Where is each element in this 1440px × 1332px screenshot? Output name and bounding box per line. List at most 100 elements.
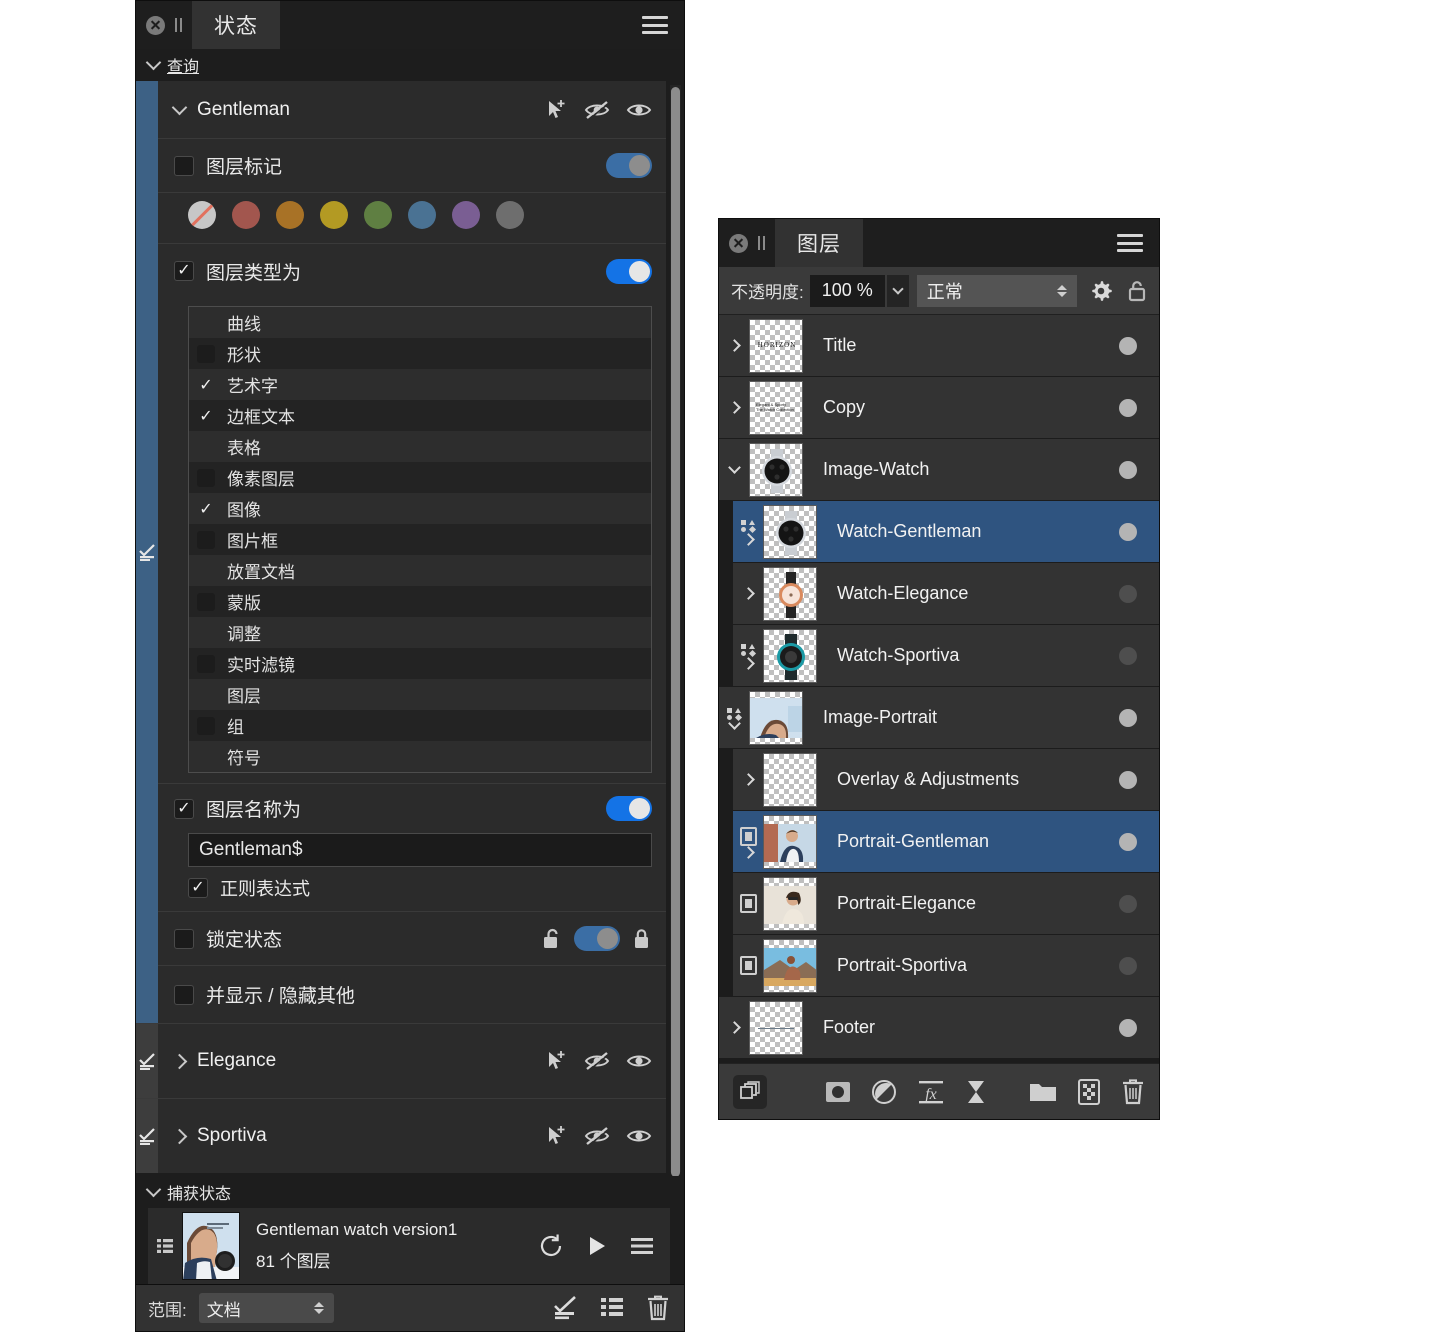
select-cursor-icon[interactable] (544, 1124, 568, 1148)
visibility-dot[interactable] (1119, 770, 1137, 789)
type-checkbox-11[interactable] (197, 654, 215, 673)
swatch-purple[interactable] (452, 201, 480, 229)
layer-row-image-portrait[interactable]: Image-Portrait (719, 687, 1159, 749)
swatch-yellow[interactable] (320, 201, 348, 229)
expander-cell[interactable] (733, 749, 763, 810)
close-icon[interactable] (146, 15, 165, 35)
opacity-dropdown-button[interactable] (886, 274, 909, 307)
type-checkbox-6[interactable] (197, 500, 215, 518)
lock-icon[interactable] (1127, 279, 1147, 303)
show-hide-others-checkbox[interactable] (174, 984, 194, 1005)
expander-cell[interactable] (733, 811, 763, 872)
condition-lock-state[interactable]: 锁定状态 (158, 911, 666, 965)
type-checkbox-7[interactable] (197, 530, 215, 549)
condition-layer-marker[interactable]: 图层标记 (158, 139, 666, 193)
layer-row-watch-elegance[interactable]: Watch-Elegance (719, 563, 1159, 625)
visibility-dot[interactable] (1119, 460, 1137, 479)
opacity-input[interactable]: 100 % (809, 274, 885, 307)
new-layer-icon[interactable] (1077, 1078, 1101, 1106)
chevron-right-icon[interactable] (741, 773, 755, 786)
expander-cell[interactable] (733, 501, 763, 562)
regex-option[interactable]: 正则表达式 (158, 867, 666, 911)
blend-mode-select[interactable]: 正常 (916, 274, 1077, 307)
chevron-right-icon[interactable] (727, 401, 741, 414)
chevron-down-icon[interactable] (171, 99, 188, 115)
condition-layer-name[interactable]: 图层名称为 (158, 783, 666, 833)
chevron-right-icon[interactable] (727, 1021, 741, 1034)
live-filter-icon[interactable]: fx (917, 1079, 945, 1105)
select-cursor-icon[interactable] (544, 1049, 568, 1073)
layer-row-portrait-sportiva[interactable]: Portrait-Sportiva (719, 935, 1159, 997)
grip-icon[interactable] (758, 236, 765, 250)
expander-cell[interactable] (719, 997, 749, 1058)
type-item-12[interactable]: 图层 (189, 679, 651, 710)
adjustment-layer-icon[interactable] (871, 1079, 897, 1105)
type-item-7[interactable]: 图片框 (189, 524, 651, 555)
eye-slash-icon[interactable] (584, 1049, 610, 1073)
visibility-dot[interactable] (1119, 398, 1137, 417)
tab-layers[interactable]: 图层 (775, 219, 863, 267)
layer-row-watch-gentleman[interactable]: Watch-Gentleman (719, 501, 1159, 563)
swatch-gray[interactable] (496, 201, 524, 229)
restore-icon[interactable] (538, 1233, 564, 1259)
type-checkbox-10[interactable] (197, 624, 215, 642)
hourglass-icon[interactable] (965, 1079, 987, 1105)
add-mask-icon[interactable] (825, 1079, 851, 1105)
states-menu-icon[interactable] (642, 16, 668, 34)
picture-frame-icon[interactable] (739, 826, 757, 846)
chevron-down-icon[interactable] (727, 461, 741, 474)
delete-state-button[interactable] (646, 1295, 670, 1321)
type-item-1[interactable]: 形状 (189, 338, 651, 369)
visibility-dot[interactable] (1119, 708, 1137, 727)
type-checkbox-14[interactable] (197, 748, 215, 766)
type-item-13[interactable]: 组 (189, 710, 651, 741)
group-rail-gentleman[interactable] (136, 81, 158, 1023)
group-rail-elegance[interactable] (136, 1024, 158, 1098)
chevron-right-icon[interactable] (171, 1128, 188, 1144)
visibility-dot[interactable] (1119, 522, 1137, 541)
type-item-3[interactable]: 边框文本 (189, 400, 651, 431)
eye-icon[interactable] (626, 98, 652, 122)
visibility-dot[interactable] (1119, 956, 1137, 975)
layer-marker-toggle[interactable] (606, 153, 652, 178)
type-checkbox-13[interactable] (197, 716, 215, 735)
visibility-dot[interactable] (1119, 336, 1137, 355)
type-checkbox-9[interactable] (197, 592, 215, 611)
visibility-dot[interactable] (1119, 832, 1137, 851)
expander-cell[interactable] (733, 625, 763, 686)
chevron-right-icon[interactable] (741, 657, 755, 670)
layer-row-copy[interactable]: Elegant & Sporty The Watch Collection Cop… (719, 377, 1159, 439)
type-checkbox-8[interactable] (197, 562, 215, 580)
eye-slash-icon[interactable] (584, 98, 610, 122)
capture-section-header[interactable]: 捕获状态 (136, 1176, 684, 1208)
type-item-14[interactable]: 符号 (189, 741, 651, 772)
layer-row-image-watch[interactable]: Image-Watch (719, 439, 1159, 501)
type-checkbox-1[interactable] (197, 344, 215, 363)
type-item-9[interactable]: 蒙版 (189, 586, 651, 617)
expander-cell[interactable] (733, 873, 763, 934)
capture-menu-icon[interactable] (630, 1236, 654, 1256)
type-item-0[interactable]: 曲线 (189, 307, 651, 338)
visibility-dot[interactable] (1119, 1018, 1137, 1037)
type-checkbox-0[interactable] (197, 314, 215, 332)
regex-checkbox[interactable] (188, 878, 208, 898)
expander-cell[interactable] (719, 315, 749, 376)
type-item-11[interactable]: 实时滤镜 (189, 648, 651, 679)
swatch-green[interactable] (364, 201, 392, 229)
swatch-none[interactable] (188, 201, 216, 229)
layer-name-toggle[interactable] (606, 796, 652, 821)
layer-type-toggle[interactable] (606, 258, 652, 284)
layer-effects-icon[interactable] (740, 643, 756, 658)
expander-cell[interactable] (719, 377, 749, 438)
type-item-2[interactable]: 艺术字 (189, 369, 651, 400)
type-item-8[interactable]: 放置文档 (189, 555, 651, 586)
type-item-6[interactable]: 图像 (189, 493, 651, 524)
capture-item[interactable]: Gentleman watch version1 81 个图层 (148, 1208, 670, 1284)
scope-select[interactable]: 文档 (198, 1293, 334, 1323)
states-scrollbar-thumb[interactable] (671, 87, 680, 1176)
new-group-icon[interactable] (1029, 1080, 1057, 1104)
visibility-dot[interactable] (1119, 894, 1137, 913)
type-item-4[interactable]: 表格 (189, 431, 651, 462)
layer-effects-icon[interactable] (740, 519, 756, 534)
visibility-dot[interactable] (1119, 584, 1137, 603)
